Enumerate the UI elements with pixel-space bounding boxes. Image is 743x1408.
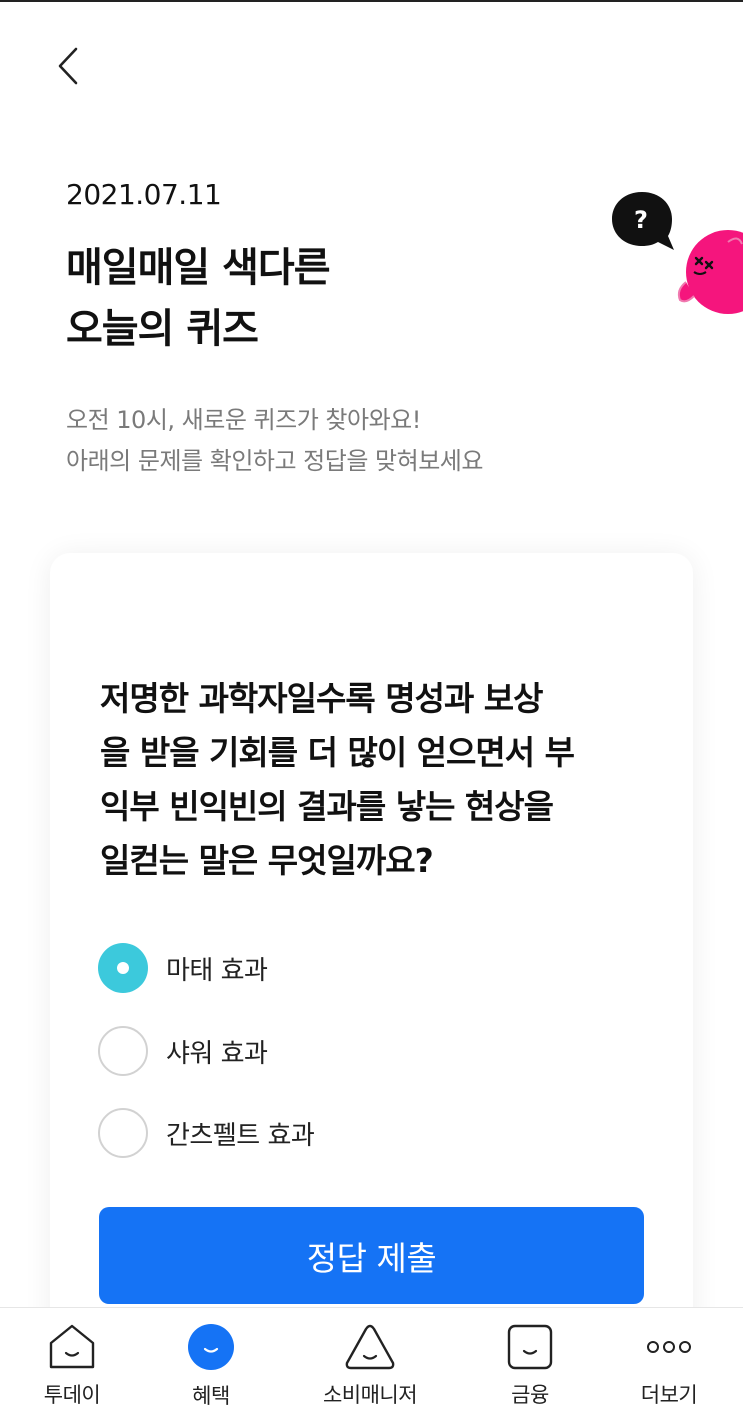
more-dots-icon — [643, 1322, 695, 1371]
subtitle-line-1: 오전 10시, 새로운 퀴즈가 찾아와요! — [66, 406, 421, 434]
quiz-page: 2021.07.11 매일매일 색다른 오늘의 퀴즈 오전 10시, 새로운 퀴… — [0, 0, 743, 1408]
question-bubble-icon: ? — [612, 192, 674, 250]
submit-answer-button[interactable]: 정답 제출 — [99, 1207, 644, 1304]
back-button[interactable] — [40, 38, 96, 94]
tab-label: 소비매니저 — [322, 1383, 418, 1407]
answer-option-label: 간츠펠트 효과 — [166, 1120, 315, 1151]
triangle-face-icon — [344, 1322, 396, 1371]
question-line: 저명한 과학자일수록 명성과 보상 — [100, 679, 544, 718]
answer-option-1[interactable]: 마태 효과 — [98, 942, 268, 994]
quiz-question: 저명한 과학자일수록 명성과 보상 을 받을 기회를 더 많이 얻으면서 부 익… — [100, 672, 660, 888]
tab-today[interactable]: 투데이 — [12, 1308, 132, 1408]
tab-label: 금융 — [511, 1383, 549, 1407]
radio-unselected-icon[interactable] — [98, 1108, 148, 1158]
circle-face-icon — [185, 1322, 237, 1372]
bottom-tab-bar: 투데이 혜택 소비매니저 금융 더보기 — [0, 1307, 743, 1408]
answer-option-2[interactable]: 샤워 효과 — [98, 1025, 268, 1077]
square-face-icon — [504, 1322, 556, 1371]
tab-label: 투데이 — [43, 1383, 101, 1407]
radio-unselected-icon[interactable] — [98, 1026, 148, 1076]
tab-finance[interactable]: 금융 — [470, 1308, 590, 1408]
pink-mascot-icon — [677, 230, 743, 314]
chevron-left-icon — [58, 47, 78, 85]
page-title: 매일매일 색다른 오늘의 퀴즈 — [66, 238, 331, 360]
question-line: 익부 빈익빈의 결과를 낳는 현상을 — [100, 787, 554, 826]
answer-option-label: 마태 효과 — [166, 955, 268, 986]
tab-benefits[interactable]: 혜택 — [151, 1308, 271, 1408]
bubble-question-mark: ? — [634, 206, 648, 234]
title-line-2: 오늘의 퀴즈 — [66, 306, 259, 352]
tab-spending-manager[interactable]: 소비매니저 — [310, 1308, 430, 1408]
quiz-date: 2021.07.11 — [66, 178, 222, 211]
tab-more[interactable]: 더보기 — [609, 1308, 729, 1408]
subtitle-line-2: 아래의 문제를 확인하고 정답을 맞혀보세요 — [66, 447, 483, 475]
question-line: 일컫는 말은 무엇일까요? — [100, 841, 434, 880]
tab-label: 혜택 — [192, 1384, 230, 1408]
house-face-icon — [46, 1322, 98, 1371]
radio-dot — [117, 962, 129, 974]
answer-option-3[interactable]: 간츠펠트 효과 — [98, 1107, 315, 1159]
title-line-1: 매일매일 색다른 — [66, 245, 331, 291]
page-subtitle: 오전 10시, 새로운 퀴즈가 찾아와요! 아래의 문제를 확인하고 정답을 맞… — [66, 400, 483, 482]
answer-option-label: 샤워 효과 — [166, 1038, 268, 1069]
tab-label: 더보기 — [640, 1383, 698, 1407]
radio-selected-icon[interactable] — [98, 943, 148, 993]
status-divider — [0, 0, 743, 2]
question-line: 을 받을 기회를 더 많이 얻으면서 부 — [100, 733, 575, 772]
